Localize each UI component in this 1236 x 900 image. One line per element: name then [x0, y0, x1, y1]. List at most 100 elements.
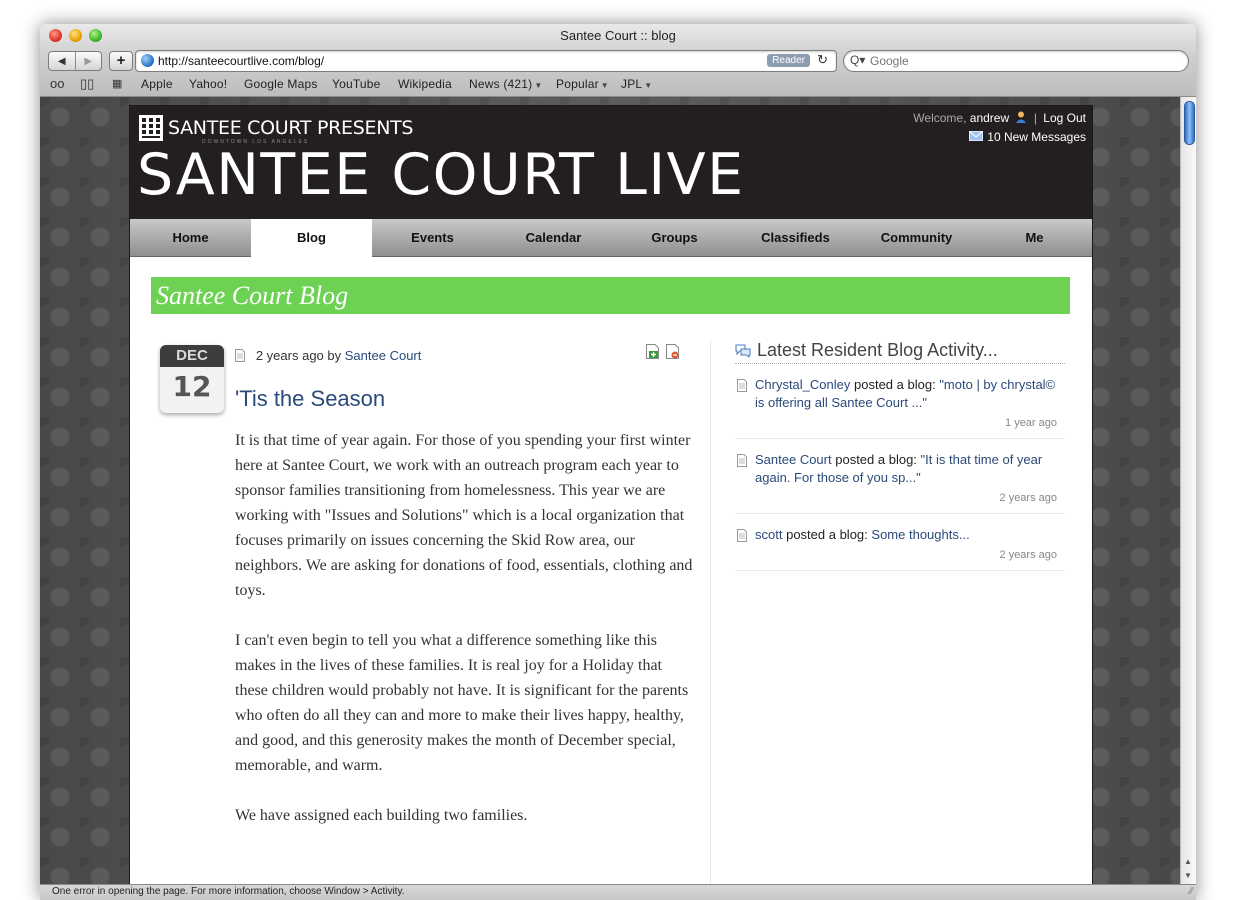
- post-date-month: DEC: [160, 345, 224, 367]
- window-title: Santee Court :: blog: [560, 28, 676, 43]
- messages-link[interactable]: 10 New Messages: [969, 130, 1086, 144]
- web-content: SANTEE COURT PRESENTS DOWNTOWN LOS ANGEL…: [40, 97, 1180, 884]
- sidebar-heading: Latest Resident Blog Activity...: [735, 340, 1065, 364]
- activity-item: Chrystal_Conley posted a blog: "moto | b…: [735, 364, 1065, 439]
- post-age: 2 years ago: [255, 348, 324, 363]
- scroll-up-arrow-icon[interactable]: ▲: [1184, 857, 1192, 866]
- scrollbar-thumb[interactable]: [1184, 101, 1195, 145]
- bookmark-popular-label: Popular: [556, 77, 599, 91]
- site-header: SANTEE COURT PRESENTS DOWNTOWN LOS ANGEL…: [130, 106, 1092, 219]
- speech-bubbles-icon: [735, 344, 751, 358]
- back-button[interactable]: ◀: [49, 52, 75, 70]
- activity-time: 2 years ago: [999, 549, 1057, 561]
- document-icon: [737, 454, 747, 467]
- bookmark-wikipedia[interactable]: Wikipedia: [398, 77, 452, 91]
- back-arrow-icon: ◀: [57, 55, 66, 67]
- activity-action: posted a blog:: [835, 452, 917, 467]
- activity-user-link[interactable]: Chrystal_Conley: [755, 377, 850, 392]
- activity-item: scott posted a blog: Some thoughts... 2 …: [735, 514, 1065, 571]
- site-title[interactable]: SANTEE COURT LIVE: [137, 142, 745, 208]
- address-bar[interactable]: http://santeecourtlive.com/blog/ Reader …: [135, 50, 837, 72]
- bookmarks-bar: oo ▯▯ ▦ Apple Yahoo! Google Maps YouTube…: [40, 74, 1196, 94]
- post-date-day: 12: [172, 370, 212, 403]
- delete-post-icon[interactable]: [666, 344, 680, 359]
- document-icon: [737, 529, 747, 542]
- vertical-scrollbar[interactable]: ▲ ▼: [1180, 97, 1196, 884]
- activity-user-link[interactable]: scott: [755, 527, 782, 542]
- activity-item: Santee Court posted a blog: "It is that …: [735, 439, 1065, 514]
- forward-arrow-icon: ▶: [84, 55, 93, 67]
- search-input[interactable]: [870, 53, 1170, 69]
- activity-action: posted a blog:: [786, 527, 868, 542]
- resize-grip-icon[interactable]: ⁄⁄: [1190, 886, 1193, 897]
- bookmark-news-folder[interactable]: News (421) ▼: [469, 77, 542, 91]
- activity-blog-link[interactable]: Some thoughts...: [871, 527, 969, 542]
- messages-count-label: 10 New Messages: [987, 130, 1086, 144]
- document-icon: [737, 379, 747, 392]
- post-paragraph: It is that time of year again. For those…: [235, 432, 693, 599]
- bookmark-youtube[interactable]: YouTube: [332, 77, 381, 91]
- activity-time: 2 years ago: [999, 492, 1057, 504]
- nav-tab-groups[interactable]: Groups: [614, 219, 735, 256]
- chevron-down-icon: ▼: [600, 81, 609, 90]
- reader-button[interactable]: Reader: [767, 54, 810, 67]
- welcome-bar: Welcome, andrew | Log Out: [913, 111, 1086, 125]
- bookmark-jpl-folder[interactable]: JPL ▼: [621, 77, 652, 91]
- activity-time: 1 year ago: [1005, 417, 1057, 429]
- nav-tab-home[interactable]: Home: [130, 219, 251, 256]
- bookmarks-book-icon[interactable]: ▯▯: [80, 76, 94, 92]
- top-sites-grid-icon[interactable]: ▦: [112, 77, 122, 90]
- activity-user-link[interactable]: Santee Court: [755, 452, 832, 467]
- reading-list-glasses-icon[interactable]: oo: [50, 76, 64, 91]
- nav-tab-community[interactable]: Community: [856, 219, 977, 256]
- sidebar-heading-text: Latest Resident Blog Activity...: [757, 340, 998, 360]
- chevron-down-icon: ▼: [534, 81, 543, 90]
- post-date-badge: DEC 12: [160, 345, 224, 413]
- post-author-link[interactable]: Santee Court: [345, 348, 422, 363]
- url-text[interactable]: http://santeecourtlive.com/blog/: [158, 54, 324, 68]
- post-actions: [644, 344, 680, 364]
- scroll-down-arrow-icon[interactable]: ▼: [1184, 871, 1192, 880]
- search-field[interactable]: Q▾: [843, 50, 1189, 72]
- santee-logo-grid-icon: [139, 115, 163, 141]
- status-text: One error in opening the page. For more …: [52, 886, 405, 897]
- post-paragraph: We have assigned each building two famil…: [235, 807, 528, 824]
- reload-icon[interactable]: ↻: [817, 52, 828, 68]
- post-meta: 2 years ago by Santee Court: [235, 348, 421, 363]
- site-globe-icon: [141, 54, 154, 67]
- history-buttons: ◀ ▶: [48, 51, 102, 71]
- logout-link[interactable]: Log Out: [1043, 111, 1086, 125]
- nav-tab-blog[interactable]: Blog: [251, 219, 372, 257]
- activity-action: posted a blog:: [854, 377, 936, 392]
- welcome-separator: |: [1033, 111, 1037, 125]
- user-avatar-icon: [1016, 111, 1027, 123]
- bookmark-popular-folder[interactable]: Popular ▼: [556, 77, 609, 91]
- edit-post-icon[interactable]: [646, 344, 660, 359]
- bookmark-apple[interactable]: Apple: [141, 77, 173, 91]
- bookmark-news-label: News (421): [469, 77, 533, 91]
- nav-tab-events[interactable]: Events: [372, 219, 493, 256]
- blog-activity-sidebar: Latest Resident Blog Activity... Chrysta…: [735, 340, 1065, 571]
- nav-tab-calendar[interactable]: Calendar: [493, 219, 614, 256]
- add-bookmark-button[interactable]: +: [109, 51, 133, 71]
- username-link[interactable]: andrew: [970, 111, 1009, 125]
- title-bar: Santee Court :: blog ◀ ▶ + http://santee…: [40, 24, 1196, 97]
- post-body: It is that time of year again. For those…: [235, 428, 695, 853]
- mail-envelope-icon: [969, 131, 984, 141]
- post-title-link[interactable]: 'Tis the Season: [235, 386, 385, 412]
- status-bar: One error in opening the page. For more …: [40, 884, 1196, 900]
- nav-tab-me[interactable]: Me: [974, 219, 1095, 256]
- main-navigation: Home Blog Events Calendar Groups Classif…: [130, 219, 1092, 257]
- post-by-label: by: [327, 348, 342, 363]
- forward-button[interactable]: ▶: [74, 52, 102, 70]
- column-divider: [710, 341, 711, 884]
- bookmark-yahoo[interactable]: Yahoo!: [189, 77, 227, 91]
- document-icon: [235, 349, 245, 362]
- bookmark-jpl-label: JPL: [621, 77, 643, 91]
- site-page: SANTEE COURT PRESENTS DOWNTOWN LOS ANGEL…: [129, 105, 1093, 884]
- search-icon: Q▾: [850, 53, 866, 67]
- blog-banner-title: Santee Court Blog: [156, 281, 349, 310]
- nav-tab-classifieds[interactable]: Classifieds: [735, 219, 856, 256]
- chevron-down-icon: ▼: [644, 81, 653, 90]
- bookmark-google-maps[interactable]: Google Maps: [244, 77, 318, 91]
